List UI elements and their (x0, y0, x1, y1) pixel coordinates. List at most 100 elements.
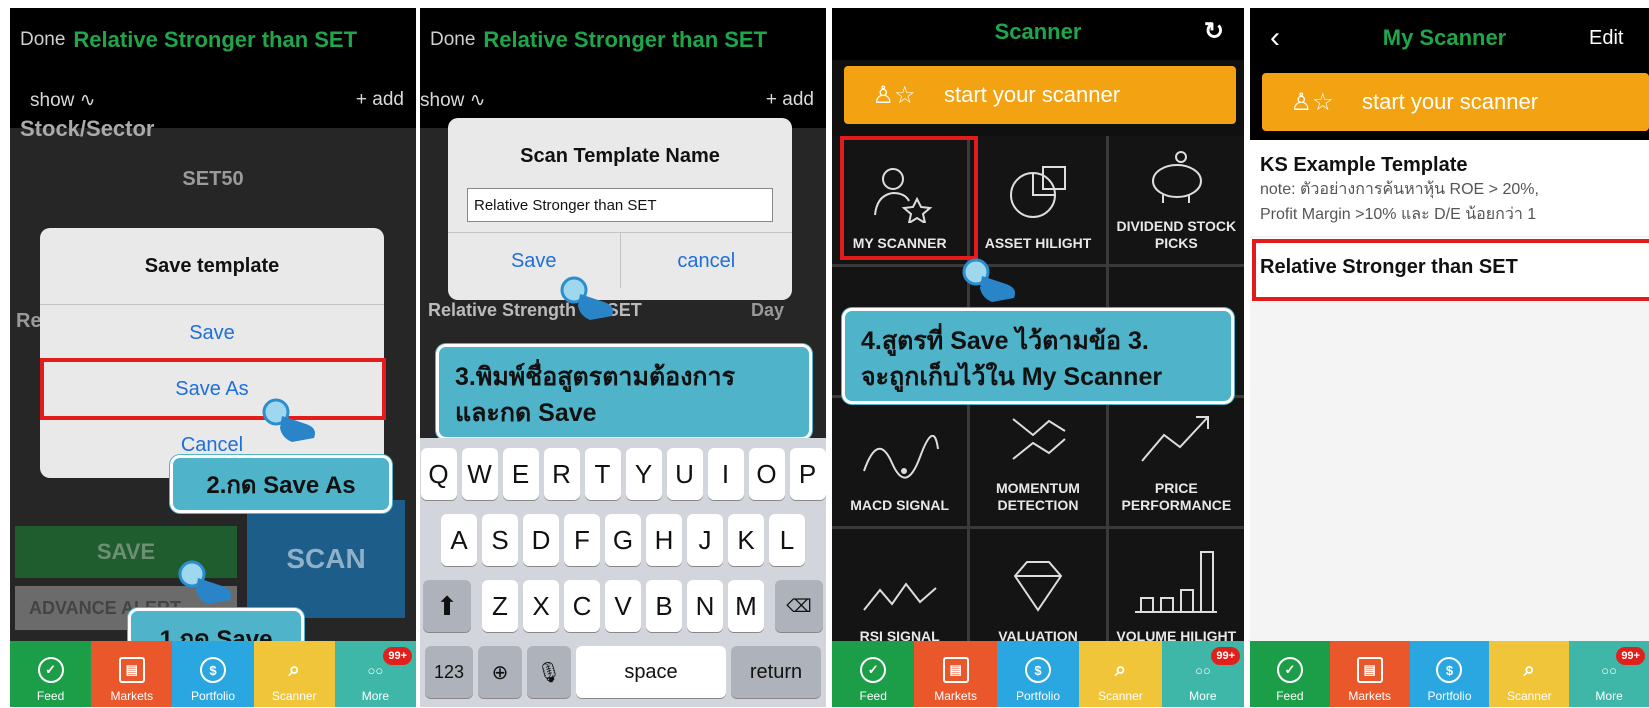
tab-more[interactable]: ○○ More 99+ (1569, 641, 1649, 707)
key-m[interactable]: M (728, 580, 764, 632)
dialog-save-button[interactable]: Save (40, 304, 384, 360)
key-q[interactable]: Q (420, 448, 457, 500)
back-chevron-icon[interactable]: ‹ (1250, 21, 1300, 55)
key-n[interactable]: N (687, 580, 723, 632)
callout-line: 4.สูตรที่ Save ไว้ตามข้อ 3. (861, 327, 1149, 355)
dialog-cancel-button[interactable]: cancel (621, 233, 793, 288)
list-item[interactable]: KS Example Template note: ตัวอย่างการค้น… (1250, 140, 1649, 236)
space-key[interactable]: space (576, 646, 726, 698)
show-toggle[interactable]: show ∿ (30, 89, 96, 112)
key-h[interactable]: H (646, 514, 682, 566)
start-scanner-button[interactable]: ♙☆ start your scanner (1262, 73, 1649, 131)
key-w[interactable]: W (461, 448, 498, 500)
start-scanner-button[interactable]: ♙☆ start your scanner (844, 66, 1236, 124)
shift-key[interactable]: ⬆ (423, 580, 471, 632)
scanner-tile[interactable]: PRICE PERFORMANCE (1108, 398, 1244, 526)
tab-more[interactable]: ○○ More 99+ (1161, 641, 1244, 707)
show-toggle[interactable]: show ∿ (420, 89, 486, 112)
key-v[interactable]: V (605, 580, 641, 632)
notification-badge: 99+ (383, 647, 413, 665)
feed-icon: ✓ (860, 657, 887, 683)
edit-button[interactable]: Edit (1589, 27, 1649, 50)
portfolio-icon: $ (200, 657, 226, 683)
bars-icon (1131, 546, 1221, 628)
key-b[interactable]: B (646, 580, 682, 632)
row-value: Day (750, 300, 784, 320)
tab-portfolio[interactable]: $ Portfolio (1409, 641, 1490, 707)
scanner-header: Scanner ↻ (832, 8, 1244, 60)
scanner-tile[interactable]: MACD SIGNAL (832, 398, 968, 526)
key-r[interactable]: R (543, 448, 580, 500)
key-x[interactable]: X (523, 580, 559, 632)
scanner-tile[interactable]: DIVIDEND STOCK PICKS (1108, 136, 1244, 264)
return-key[interactable]: return (731, 646, 821, 698)
key-c[interactable]: C (564, 580, 600, 632)
highlight-box (1252, 239, 1649, 301)
tap-hand-icon (962, 258, 1015, 302)
tab-markets[interactable]: ▤ Markets (91, 641, 173, 707)
key-g[interactable]: G (605, 514, 641, 566)
key-i[interactable]: I (707, 448, 744, 500)
key-p[interactable]: P (789, 448, 826, 500)
key-o[interactable]: O (748, 448, 785, 500)
tap-hand-icon (560, 276, 613, 320)
key-y[interactable]: Y (625, 448, 662, 500)
panel-template-name: Done Relative Stronger than SET show ∿ +… (420, 8, 826, 707)
key-d[interactable]: D (523, 514, 559, 566)
tab-label: Feed (859, 689, 887, 703)
key-s[interactable]: S (482, 514, 518, 566)
tab-feed[interactable]: ✓ Feed (10, 641, 92, 707)
tab-markets[interactable]: ▤ Markets (914, 641, 997, 707)
key-f[interactable]: F (564, 514, 600, 566)
add-button[interactable]: + add (356, 89, 404, 111)
portfolio-icon: $ (1025, 657, 1052, 683)
tab-scanner[interactable]: ⌕ Scanner (1079, 641, 1162, 707)
scan-button[interactable]: SCAN (247, 500, 405, 618)
template-title: Relative Stronger than SET (483, 27, 768, 52)
tab-feed[interactable]: ✓ Feed (1250, 641, 1330, 707)
globe-icon[interactable]: ⊕ (478, 646, 522, 698)
key-l[interactable]: L (769, 514, 805, 566)
done-button[interactable]: Done (430, 29, 475, 51)
keyboard-row: QWERTYUIOP (420, 448, 826, 500)
done-button[interactable]: Done (20, 29, 65, 51)
add-button[interactable]: + add (766, 89, 814, 111)
key-j[interactable]: J (687, 514, 723, 566)
tab-portfolio[interactable]: $ Portfolio (172, 641, 254, 707)
diamond-icon (1003, 556, 1073, 628)
numbers-key[interactable]: 123 (425, 646, 473, 698)
key-z[interactable]: Z (482, 580, 518, 632)
callout-line: และกด Save (455, 399, 597, 427)
scanner-tile[interactable]: VALUATION (970, 529, 1106, 657)
scanner-tile[interactable]: ASSET HILIGHT (970, 136, 1106, 264)
tab-scanner[interactable]: ⌕ Scanner (1489, 641, 1570, 707)
scanner-tile[interactable]: VOLUME HILIGHT (1108, 529, 1244, 657)
key-u[interactable]: U (666, 448, 703, 500)
set50-option[interactable]: SET50 (10, 168, 416, 208)
tab-label: Portfolio (1427, 689, 1472, 703)
tab-markets[interactable]: ▤ Markets (1329, 641, 1410, 707)
top-bar: Done Relative Stronger than SET (10, 8, 416, 72)
key-e[interactable]: E (502, 448, 539, 500)
key-k[interactable]: K (728, 514, 764, 566)
scanner-icon: ⌕ (1114, 658, 1127, 681)
delete-key[interactable]: ⌫ (775, 580, 823, 632)
refresh-icon[interactable]: ↻ (1204, 8, 1224, 56)
scanner-tile[interactable]: MOMENTUM DETECTION (970, 398, 1106, 526)
tab-label: Scanner (271, 689, 317, 703)
tab-feed[interactable]: ✓ Feed (832, 641, 915, 707)
feed-icon: ✓ (1276, 657, 1303, 683)
tab-portfolio[interactable]: $ Portfolio (996, 641, 1080, 707)
top-bar: Done Relative Stronger than SET (420, 8, 826, 72)
section-label: Stock/Sector (20, 116, 155, 141)
microphone-icon[interactable]: 🎙 (527, 646, 571, 698)
keyboard-row: ASDFGHJKL (420, 514, 826, 566)
key-t[interactable]: T (584, 448, 621, 500)
tab-label: Portfolio (190, 689, 236, 703)
tab-more[interactable]: ○○ More 99+ (334, 641, 416, 707)
scanner-tile[interactable]: RSI SIGNAL (832, 529, 968, 657)
key-a[interactable]: A (441, 514, 477, 566)
tab-scanner[interactable]: ⌕ Scanner (253, 641, 335, 707)
template-name-input[interactable] (467, 188, 773, 222)
scanner-icon: ⌕ (288, 658, 300, 681)
